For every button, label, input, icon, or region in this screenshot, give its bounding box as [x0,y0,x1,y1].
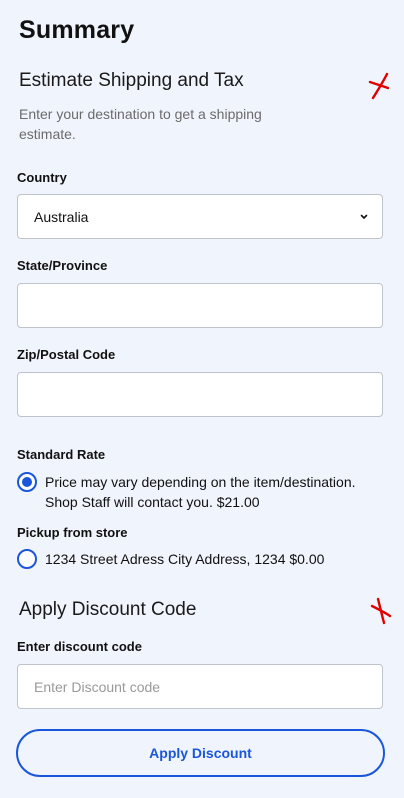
standard-rate-label: Standard Rate [17,447,106,462]
summary-title: Summary [19,16,135,44]
pickup-label: Pickup from store [17,525,128,540]
shipping-heading: Estimate Shipping and Tax [19,70,244,91]
standard-rate-text: Price may vary depending on the item/des… [45,474,356,510]
state-input[interactable] [18,284,382,327]
apply-discount-button[interactable]: Apply Discount [16,729,385,777]
country-label: Country [17,170,67,185]
discount-code-input[interactable] [18,665,382,708]
shipping-description: Enter your destination to get a shipping… [19,106,262,142]
discount-input-label: Enter discount code [17,639,142,654]
discount-field-box [17,664,383,709]
radio-checked-icon[interactable] [17,472,37,492]
chevron-down-icon [360,214,368,219]
state-label: State/Province [17,258,108,273]
standard-rate-option[interactable]: Price may vary depending on the item/des… [17,472,392,512]
zip-input[interactable] [18,373,382,416]
discount-heading: Apply Discount Code [19,599,197,620]
zip-field-box [17,372,383,417]
red-x-mark-icon [370,597,392,625]
state-field-box [17,283,383,328]
zip-label: Zip/Postal Code [17,347,116,362]
red-x-mark-icon [368,72,390,100]
country-select[interactable]: Australia [17,194,383,239]
pickup-text: 1234 Street Adress City Address, 1234 $0… [45,551,325,567]
country-select-value: Australia [34,208,89,225]
radio-unchecked-icon[interactable] [17,549,37,569]
pickup-option[interactable]: 1234 Street Adress City Address, 1234 $0… [17,549,392,569]
